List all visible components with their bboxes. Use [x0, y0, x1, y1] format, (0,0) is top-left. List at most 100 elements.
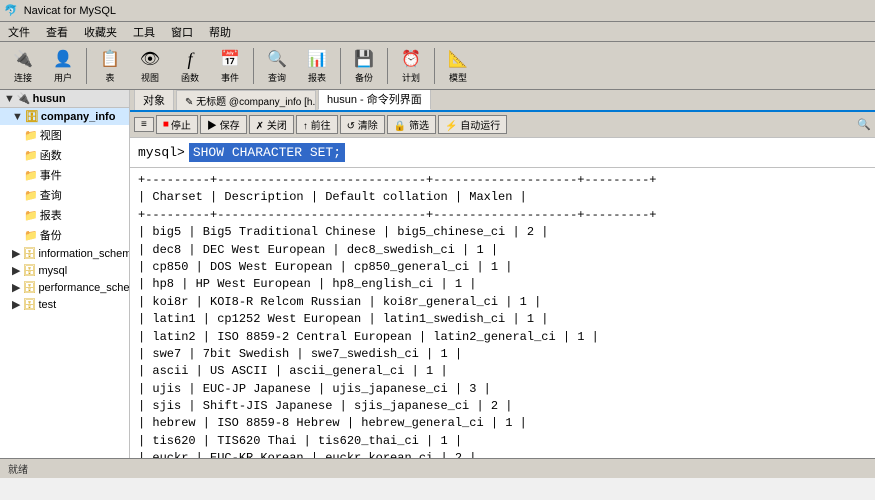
collapse-icon-is: ▶	[12, 247, 20, 260]
toolbar-separator-2	[253, 48, 254, 84]
btn-goto[interactable]: ↑ 前往	[296, 115, 338, 134]
table-row: | cp850 | DOS West European | cp850_gene…	[138, 259, 867, 276]
event-icon: 📅	[218, 48, 242, 71]
menu-help[interactable]: 帮助	[205, 23, 235, 41]
event-label: 事件	[40, 167, 62, 183]
toolbar-backup[interactable]: 💾 备份	[345, 45, 383, 87]
connect-icon: 🔌	[11, 48, 35, 71]
sidebar-item-test[interactable]: ▶ 🗄 test	[0, 296, 129, 313]
sidebar-item-report[interactable]: 📁 报表	[0, 205, 129, 225]
table-row: | latin2 | ISO 8859-2 Central European |…	[138, 329, 867, 346]
menu-favorites[interactable]: 收藏夹	[80, 23, 121, 41]
backup-label: 备份	[40, 227, 62, 243]
sidebar-item-company-info[interactable]: ▼ 🗄 company_info	[0, 108, 129, 125]
db-label-test: test	[38, 299, 56, 311]
sidebar-item-performance-schema[interactable]: ▶ 🗄 performance_schema	[0, 279, 129, 296]
table-row: | hp8 | HP West European | hp8_english_c…	[138, 276, 867, 293]
toolbar-separator-5	[434, 48, 435, 84]
tab-query[interactable]: ✎ 无标题 @company_info [h...	[176, 90, 316, 110]
btn-menu[interactable]: ≡	[134, 117, 154, 132]
sidebar-item-function[interactable]: 📁 函数	[0, 145, 129, 165]
menu-window[interactable]: 窗口	[167, 23, 197, 41]
report-label: 报表	[40, 207, 62, 223]
db-label-company: company_info	[41, 111, 116, 123]
menu-tools[interactable]: 工具	[129, 23, 159, 41]
title-bar: 🐬 Navicat for MySQL	[0, 0, 875, 22]
menu-file[interactable]: 文件	[4, 23, 34, 41]
connection-label: husun	[33, 93, 66, 105]
main-layout: ▼ 🔌 husun ▼ 🗄 company_info 📁 视图 📁 函数 📁 事…	[0, 90, 875, 458]
sql-command[interactable]: SHOW CHARACTER SET;	[189, 143, 345, 162]
database-icon: 🗄	[25, 110, 39, 123]
expand-icon-db: ▼	[12, 111, 23, 123]
toolbar-event[interactable]: 📅 事件	[211, 45, 249, 87]
result-area[interactable]: +---------+-----------------------------…	[130, 168, 875, 458]
toolbar-table[interactable]: 📋 表	[91, 45, 129, 87]
toolbar-separator-4	[387, 48, 388, 84]
sidebar-connection[interactable]: ▼ 🔌 husun	[0, 90, 129, 108]
view-label: 视图	[40, 127, 62, 143]
table-row: | euckr | EUC-KR Korean | euckr_korean_c…	[138, 450, 867, 458]
sidebar-item-query[interactable]: 📁 查询	[0, 185, 129, 205]
title-text: Navicat for MySQL	[24, 5, 116, 17]
db-label-mysql: mysql	[38, 265, 67, 277]
toolbar-report[interactable]: 📊 报表	[298, 45, 336, 87]
toolbar-connect[interactable]: 🔌 连接	[4, 45, 42, 87]
report-icon: 📊	[305, 48, 329, 71]
btn-close[interactable]: ✗ 关闭	[249, 115, 294, 134]
toolbar-view[interactable]: 👁 视图	[131, 45, 169, 87]
collapse-icon-ps: ▶	[12, 281, 20, 294]
app-icon: 🐬	[4, 4, 18, 17]
result-separator-top: +---------+-----------------------------…	[138, 172, 867, 189]
schedule-icon: ⏰	[399, 48, 423, 71]
search-icon: 🔍	[857, 118, 871, 131]
btn-filter[interactable]: 🔒 筛选	[387, 115, 436, 134]
table-row: | latin1 | cp1252 West European | latin1…	[138, 311, 867, 328]
collapse-icon-mysql: ▶	[12, 264, 20, 277]
function-label: 函数	[40, 147, 62, 163]
result-header: | Charset | Description | Default collat…	[138, 189, 867, 206]
table-row: | hebrew | ISO 8859-8 Hebrew | hebrew_ge…	[138, 415, 867, 432]
menu-bar: 文件 查看 收藏夹 工具 窗口 帮助	[0, 22, 875, 42]
backup-icon: 💾	[352, 48, 376, 71]
database-icon-test: 🗄	[22, 298, 36, 311]
toolbar: 🔌 连接 👤 用户 📋 表 👁 视图 f 函数 📅 事件 🔍 查询 📊 报表 💾…	[0, 42, 875, 90]
toolbar-user[interactable]: 👤 用户	[44, 45, 82, 87]
tab-console[interactable]: husun - 命令列界面	[318, 90, 431, 110]
sidebar-item-information-schema[interactable]: ▶ 🗄 information_schema	[0, 245, 129, 262]
sidebar-item-event[interactable]: 📁 事件	[0, 165, 129, 185]
folder-icon-backup: 📁	[24, 229, 38, 242]
sidebar-item-mysql[interactable]: ▶ 🗄 mysql	[0, 262, 129, 279]
folder-icon-view: 📁	[24, 129, 38, 142]
table-row: | koi8r | KOI8-R Relcom Russian | koi8r_…	[138, 294, 867, 311]
expand-icon: ▼	[4, 93, 15, 105]
btn-save[interactable]: ▶ 保存	[200, 115, 247, 134]
btn-auto-run[interactable]: ⚡ 自动运行	[438, 115, 507, 134]
menu-view[interactable]: 查看	[42, 23, 72, 41]
sidebar-item-backup[interactable]: 📁 备份	[0, 225, 129, 245]
tab-objects[interactable]: 对象	[134, 90, 174, 110]
btn-clear[interactable]: ↺ 清除	[340, 115, 385, 134]
toolbar-schedule[interactable]: ⏰ 计划	[392, 45, 430, 87]
user-icon: 👤	[51, 48, 75, 71]
status-text: 就绪	[8, 461, 28, 476]
sidebar-item-view[interactable]: 📁 视图	[0, 125, 129, 145]
folder-icon-event: 📁	[24, 169, 38, 182]
content-area: 对象 ✎ 无标题 @company_info [h... husun - 命令列…	[130, 90, 875, 458]
table-row: | sjis | Shift-JIS Japanese | sjis_japan…	[138, 398, 867, 415]
query-icon: 🔍	[265, 48, 289, 71]
result-rows: | big5 | Big5 Traditional Chinese | big5…	[138, 224, 867, 458]
table-row: | big5 | Big5 Traditional Chinese | big5…	[138, 224, 867, 241]
result-separator-header: +---------+-----------------------------…	[138, 207, 867, 224]
status-bar: 就绪	[0, 458, 875, 478]
table-row: | tis620 | TIS620 Thai | tis620_thai_ci …	[138, 433, 867, 450]
function-icon: f	[178, 48, 202, 71]
toolbar-model[interactable]: 📐 模型	[439, 45, 477, 87]
folder-icon-func: 📁	[24, 149, 38, 162]
btn-stop[interactable]: ■ 停止	[156, 115, 198, 134]
toolbar-function[interactable]: f 函数	[171, 45, 209, 87]
tab-bar: 对象 ✎ 无标题 @company_info [h... husun - 命令列…	[130, 90, 875, 112]
toolbar-query[interactable]: 🔍 查询	[258, 45, 296, 87]
table-row: | ujis | EUC-JP Japanese | ujis_japanese…	[138, 381, 867, 398]
table-row: | dec8 | DEC West European | dec8_swedis…	[138, 242, 867, 259]
